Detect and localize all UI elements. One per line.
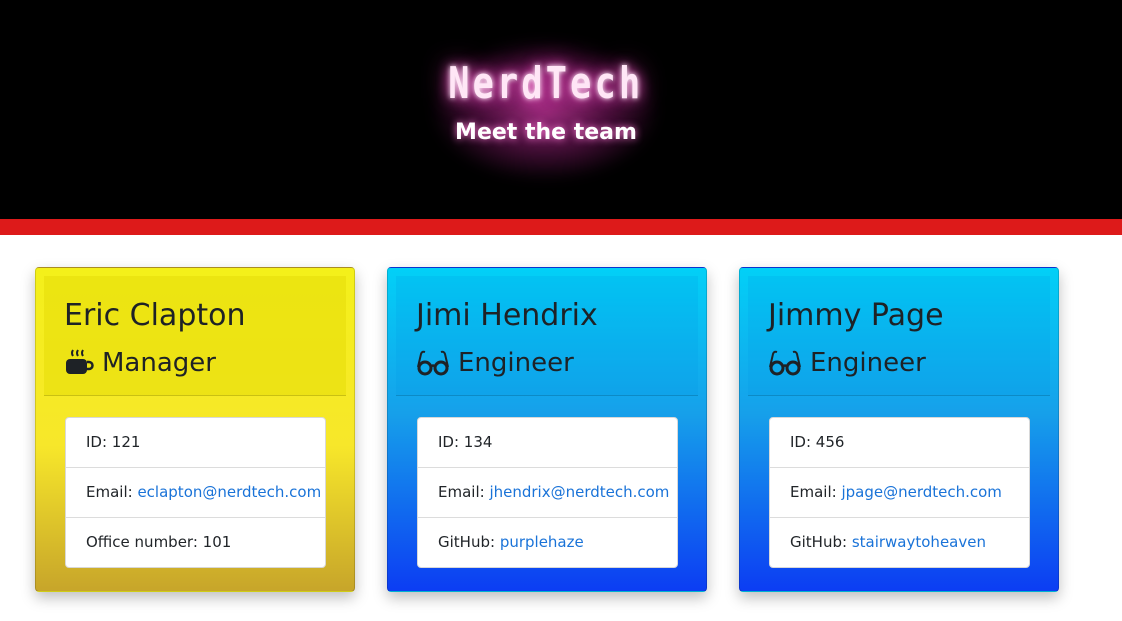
employee-id: ID: 134 xyxy=(418,418,677,468)
card-header: Jimmy Page Engineer xyxy=(748,276,1050,396)
github-prefix: GitHub: xyxy=(790,533,852,551)
email-link[interactable]: eclapton@nerdtech.com xyxy=(137,483,321,501)
employee-name: Jimmy Page xyxy=(768,298,944,333)
employee-name: Jimi Hendrix xyxy=(416,298,598,333)
info-list: ID: 121 Email: eclapton@nerdtech.com Off… xyxy=(65,417,326,568)
employee-id: ID: 456 xyxy=(770,418,1029,468)
email-prefix: Email: xyxy=(790,483,842,501)
glasses-icon xyxy=(769,350,801,376)
email-prefix: Email: xyxy=(86,483,138,501)
employee-email-row: Email: eclapton@nerdtech.com xyxy=(66,468,325,518)
info-list: ID: 134 Email: jhendrix@nerdtech.com Git… xyxy=(417,417,678,568)
github-row: GitHub: stairwaytoheaven xyxy=(770,518,1029,567)
employee-role: Engineer xyxy=(768,348,926,378)
info-list: ID: 456 Email: jpage@nerdtech.com GitHub… xyxy=(769,417,1030,568)
brand-title: NerdTech xyxy=(448,58,644,109)
employee-email-row: Email: jhendrix@nerdtech.com xyxy=(418,468,677,518)
card-header: Jimi Hendrix Engineer xyxy=(396,276,698,396)
email-prefix: Email: xyxy=(438,483,490,501)
team-card-jimi-hendrix: Jimi Hendrix Engineer ID: 134 Email: jhe… xyxy=(387,267,707,592)
role-label: Manager xyxy=(102,348,216,378)
team-card-eric-clapton: Eric Clapton Manager ID: 121 Email: ecla… xyxy=(35,267,355,592)
employee-email-row: Email: jpage@nerdtech.com xyxy=(770,468,1029,518)
role-label: Engineer xyxy=(810,348,926,378)
employee-id: ID: 121 xyxy=(66,418,325,468)
glasses-icon xyxy=(417,350,449,376)
email-link[interactable]: jhendrix@nerdtech.com xyxy=(489,483,669,501)
github-prefix: GitHub: xyxy=(438,533,500,551)
github-row: GitHub: purplehaze xyxy=(418,518,677,567)
page-header: NerdTech Meet the team xyxy=(0,0,1122,219)
page-subtitle: Meet the team xyxy=(455,120,637,145)
team-card-jimmy-page: Jimmy Page Engineer ID: 456 Email: jpage… xyxy=(739,267,1059,592)
accent-divider xyxy=(0,219,1122,235)
employee-role: Engineer xyxy=(416,348,574,378)
coffee-mug-icon xyxy=(66,349,94,374)
role-label: Engineer xyxy=(458,348,574,378)
email-link[interactable]: jpage@nerdtech.com xyxy=(841,483,1001,501)
employee-name: Eric Clapton xyxy=(64,298,246,333)
github-link[interactable]: purplehaze xyxy=(500,533,584,551)
office-number: Office number: 101 xyxy=(86,533,232,551)
github-link[interactable]: stairwaytoheaven xyxy=(852,533,986,551)
card-header: Eric Clapton Manager xyxy=(44,276,346,396)
employee-role: Manager xyxy=(64,348,216,378)
